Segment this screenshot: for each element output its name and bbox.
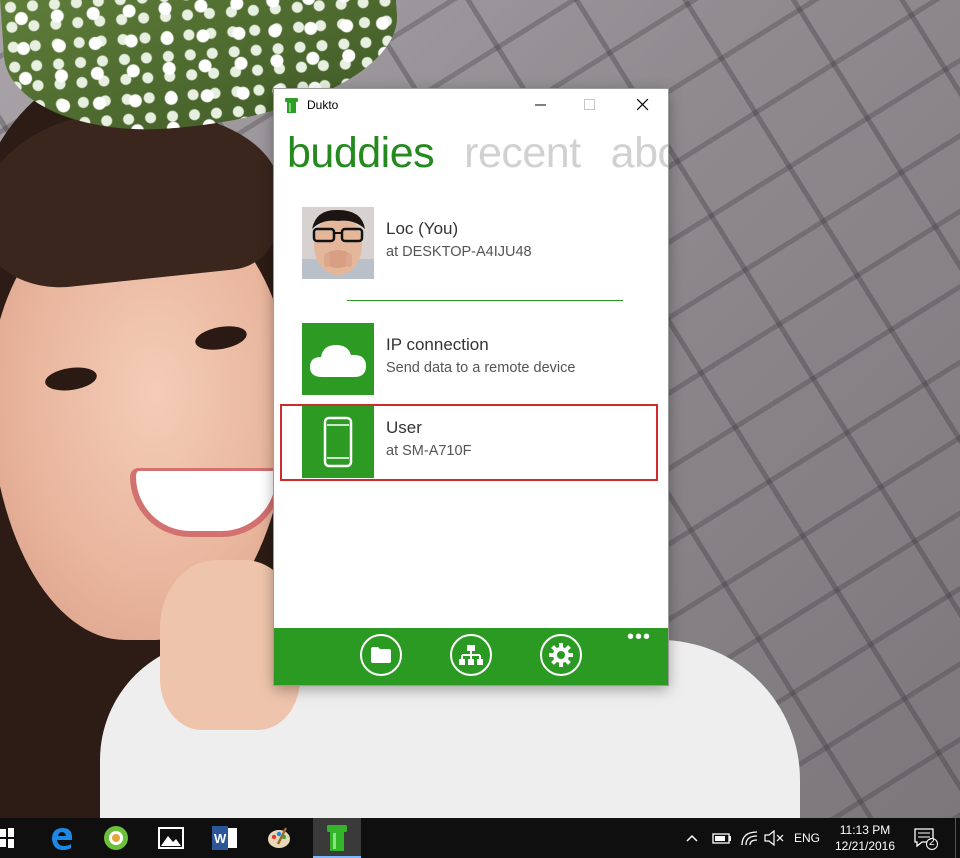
folder-icon	[371, 647, 391, 663]
minimize-button[interactable]	[518, 89, 564, 121]
buddy-self[interactable]: Loc (You) at DESKTOP-A4IJU48	[302, 207, 642, 281]
notification-count: 2	[929, 837, 935, 848]
network-icon	[459, 645, 483, 665]
dukto-app-icon	[285, 98, 298, 113]
dukto-icon	[327, 825, 347, 851]
buddy-ip-connection[interactable]: IP connection Send data to a remote devi…	[302, 323, 642, 397]
buddy-name: IP connection	[386, 335, 489, 354]
edge-taskbar-button[interactable]	[48, 824, 76, 852]
greenshot-icon	[104, 826, 128, 850]
taskbar: W ENG 11:13 PM 12/21/2016 2	[0, 818, 960, 858]
volume-muted-icon[interactable]	[764, 830, 784, 846]
tab-recent[interactable]: recent	[464, 131, 581, 175]
paint-icon	[268, 827, 290, 848]
greenshot-taskbar-button[interactable]	[102, 824, 130, 852]
word-icon: W	[212, 826, 237, 850]
settings-button[interactable]	[540, 634, 582, 676]
svg-text:W: W	[214, 831, 227, 846]
maximize-icon	[584, 99, 595, 110]
window-title: Dukto	[307, 98, 339, 112]
maximize-button[interactable]	[567, 89, 613, 121]
start-button[interactable]	[0, 824, 14, 852]
buddy-name: User	[386, 418, 422, 437]
buddy-description: Send data to a remote device	[386, 360, 576, 376]
separator	[347, 300, 623, 301]
device-tile	[302, 406, 374, 478]
clock-time: 11:13 PM	[839, 823, 891, 837]
open-folder-button[interactable]	[360, 634, 402, 676]
tab-buddies[interactable]: buddies	[287, 131, 435, 175]
bottom-toolbar: •••	[274, 626, 668, 685]
buddy-host: at DESKTOP-A4IJU48	[386, 244, 532, 260]
input-language[interactable]: ENG	[794, 831, 820, 845]
clock[interactable]: 11:13 PM 12/21/2016	[830, 822, 900, 854]
close-icon	[637, 99, 649, 111]
avatar	[302, 207, 374, 279]
title-bar[interactable]: Dukto	[274, 89, 668, 121]
photos-taskbar-button[interactable]	[157, 824, 185, 852]
minimize-icon	[535, 104, 546, 106]
settings-icon	[549, 643, 573, 667]
close-button[interactable]	[620, 89, 666, 121]
tab-strip: buddies recent about	[287, 129, 668, 178]
buddy-user-device[interactable]: User at SM-A710F	[302, 406, 642, 480]
tray-chevron-up-icon[interactable]	[686, 834, 698, 842]
show-desktop-button[interactable]	[955, 818, 956, 858]
network-button[interactable]	[450, 634, 492, 676]
buddy-name: Loc (You)	[386, 219, 459, 238]
word-taskbar-button[interactable]: W	[211, 824, 239, 852]
dukto-window: Dukto buddies recent about	[274, 89, 668, 685]
edge-icon	[52, 828, 73, 850]
clock-date: 12/21/2016	[834, 839, 896, 853]
buddy-host: at SM-A710F	[386, 443, 472, 459]
paint-taskbar-button[interactable]	[265, 824, 293, 852]
cloud-icon	[310, 345, 366, 377]
windows-logo-icon	[0, 828, 14, 848]
dukto-taskbar-button[interactable]	[323, 824, 351, 852]
tab-about[interactable]: about	[611, 131, 668, 175]
photos-icon	[158, 827, 184, 849]
user-photo	[302, 207, 374, 279]
battery-icon[interactable]	[712, 831, 732, 845]
smartphone-icon	[323, 416, 353, 468]
more-menu-button[interactable]: •••	[627, 626, 651, 649]
wifi-icon[interactable]	[741, 830, 759, 846]
ip-connection-tile	[302, 323, 374, 395]
